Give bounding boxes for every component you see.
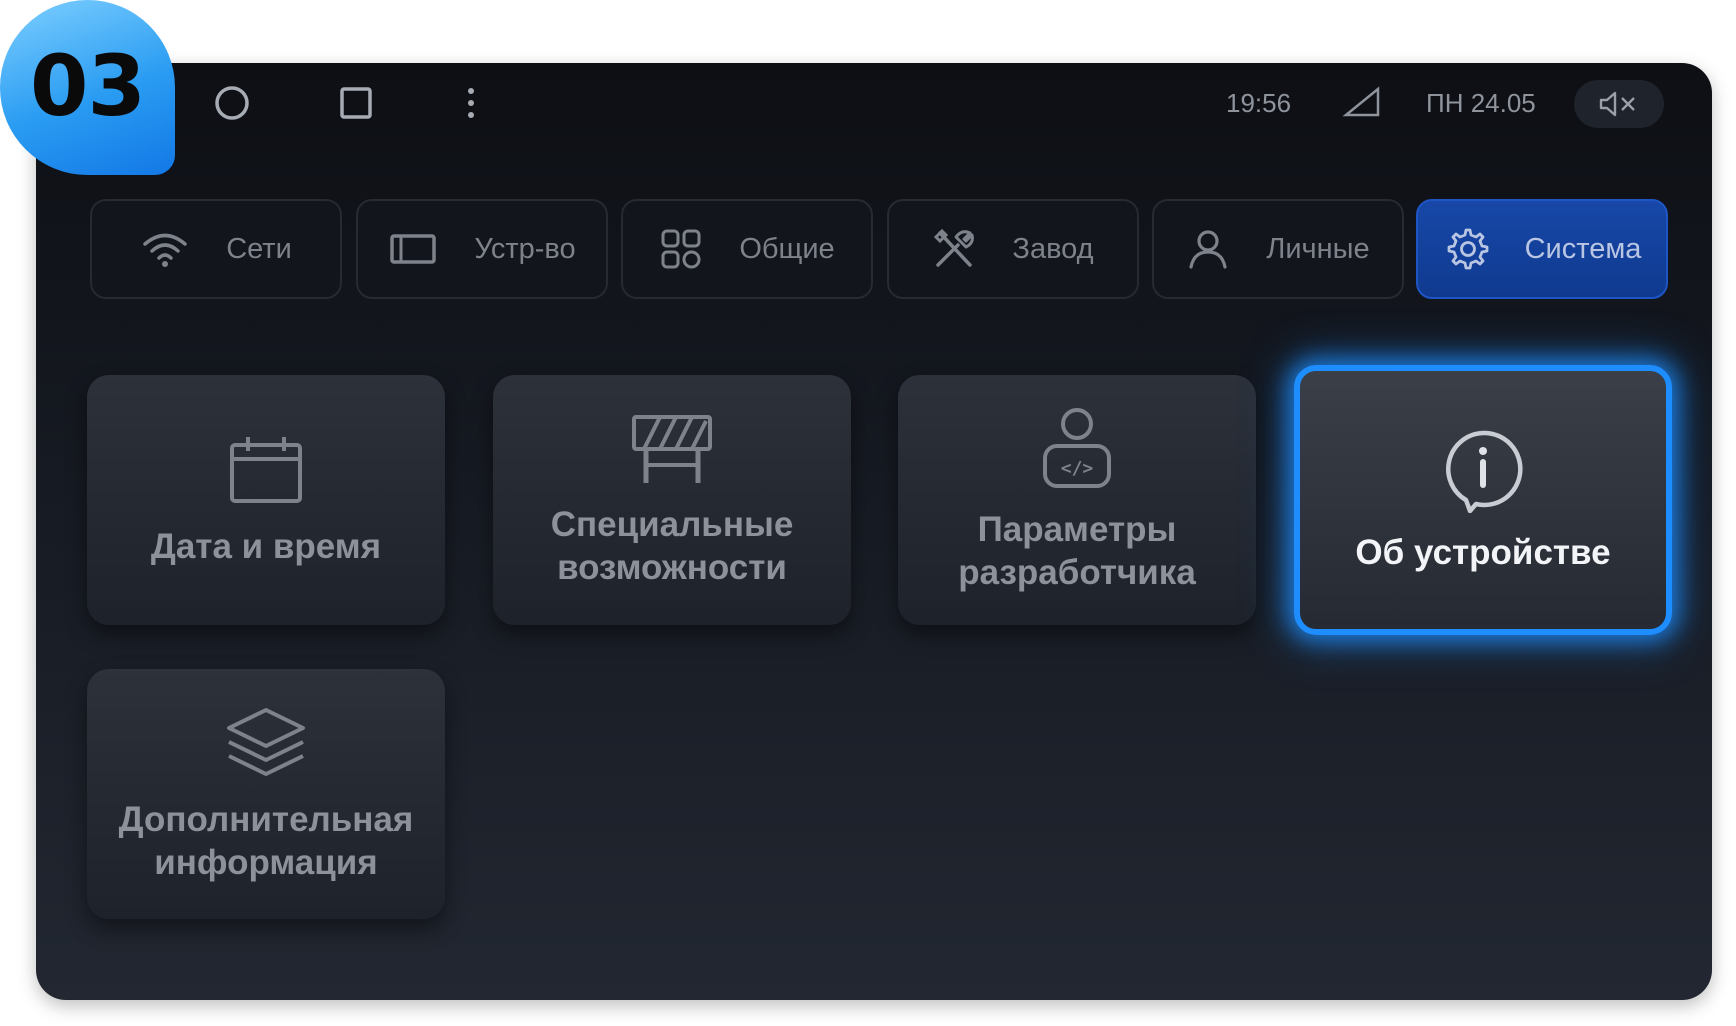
- wifi-icon: [143, 233, 187, 267]
- status-time: 19:56: [1226, 88, 1292, 118]
- signal-icon: [1342, 86, 1380, 117]
- tab-general[interactable]: Общие: [621, 199, 873, 299]
- more-vertical-icon[interactable]: [461, 83, 481, 123]
- tools-icon: [934, 228, 975, 267]
- tab-personal[interactable]: Личные: [1152, 199, 1404, 299]
- gear-icon: [1447, 228, 1488, 270]
- tab-label: Личные: [1266, 232, 1370, 265]
- info-icon: [1446, 430, 1523, 513]
- tab-networks[interactable]: Сети: [90, 199, 342, 299]
- person-icon: [1189, 230, 1227, 269]
- tile-label: Специальные возможности: [550, 505, 794, 587]
- step-number: 03: [30, 36, 146, 135]
- calendar-icon: [230, 436, 302, 503]
- recents-square-icon[interactable]: [336, 83, 376, 123]
- tile-date-time[interactable]: Дата и время: [87, 375, 445, 625]
- tab-device[interactable]: Устр-во: [356, 199, 608, 299]
- tile-label: Дополнительная информация: [118, 800, 414, 882]
- tab-label: Завод: [1012, 232, 1094, 265]
- home-circle-icon[interactable]: [212, 83, 252, 123]
- grid-icon: [661, 229, 701, 269]
- svg-text:</>: </>: [1061, 458, 1094, 479]
- step-number-badge: 03: [0, 0, 175, 175]
- layers-icon: [227, 708, 305, 776]
- screen-icon: [390, 234, 437, 264]
- tab-label: Устр-во: [474, 232, 576, 265]
- tile-about-device[interactable]: Об устройстве: [1294, 365, 1672, 635]
- tab-factory[interactable]: Завод: [887, 199, 1139, 299]
- tab-label: Система: [1524, 232, 1642, 265]
- tile-accessibility[interactable]: Специальные возможности: [493, 375, 851, 625]
- volume-muted-icon: [1599, 91, 1635, 117]
- status-date: ПН 24.05: [1426, 88, 1536, 118]
- settings-screen: 19:56 ПН 24.05 Сети Устр-во Общие Завод …: [36, 63, 1712, 1000]
- tile-label: Об устройстве: [1355, 532, 1611, 572]
- tile-developer-options[interactable]: </> Параметры разработчика: [898, 375, 1256, 625]
- tile-additional-info[interactable]: Дополнительная информация: [87, 669, 445, 919]
- barrier-icon: [632, 415, 712, 483]
- tile-label: Дата и время: [150, 526, 382, 566]
- tab-label: Сети: [226, 232, 292, 265]
- volume-toggle[interactable]: [1574, 80, 1664, 128]
- tab-system[interactable]: Система: [1416, 199, 1668, 299]
- tab-label: Общие: [739, 232, 835, 265]
- developer-icon: </>: [1043, 408, 1111, 488]
- tile-label: Параметры разработчика: [958, 510, 1196, 592]
